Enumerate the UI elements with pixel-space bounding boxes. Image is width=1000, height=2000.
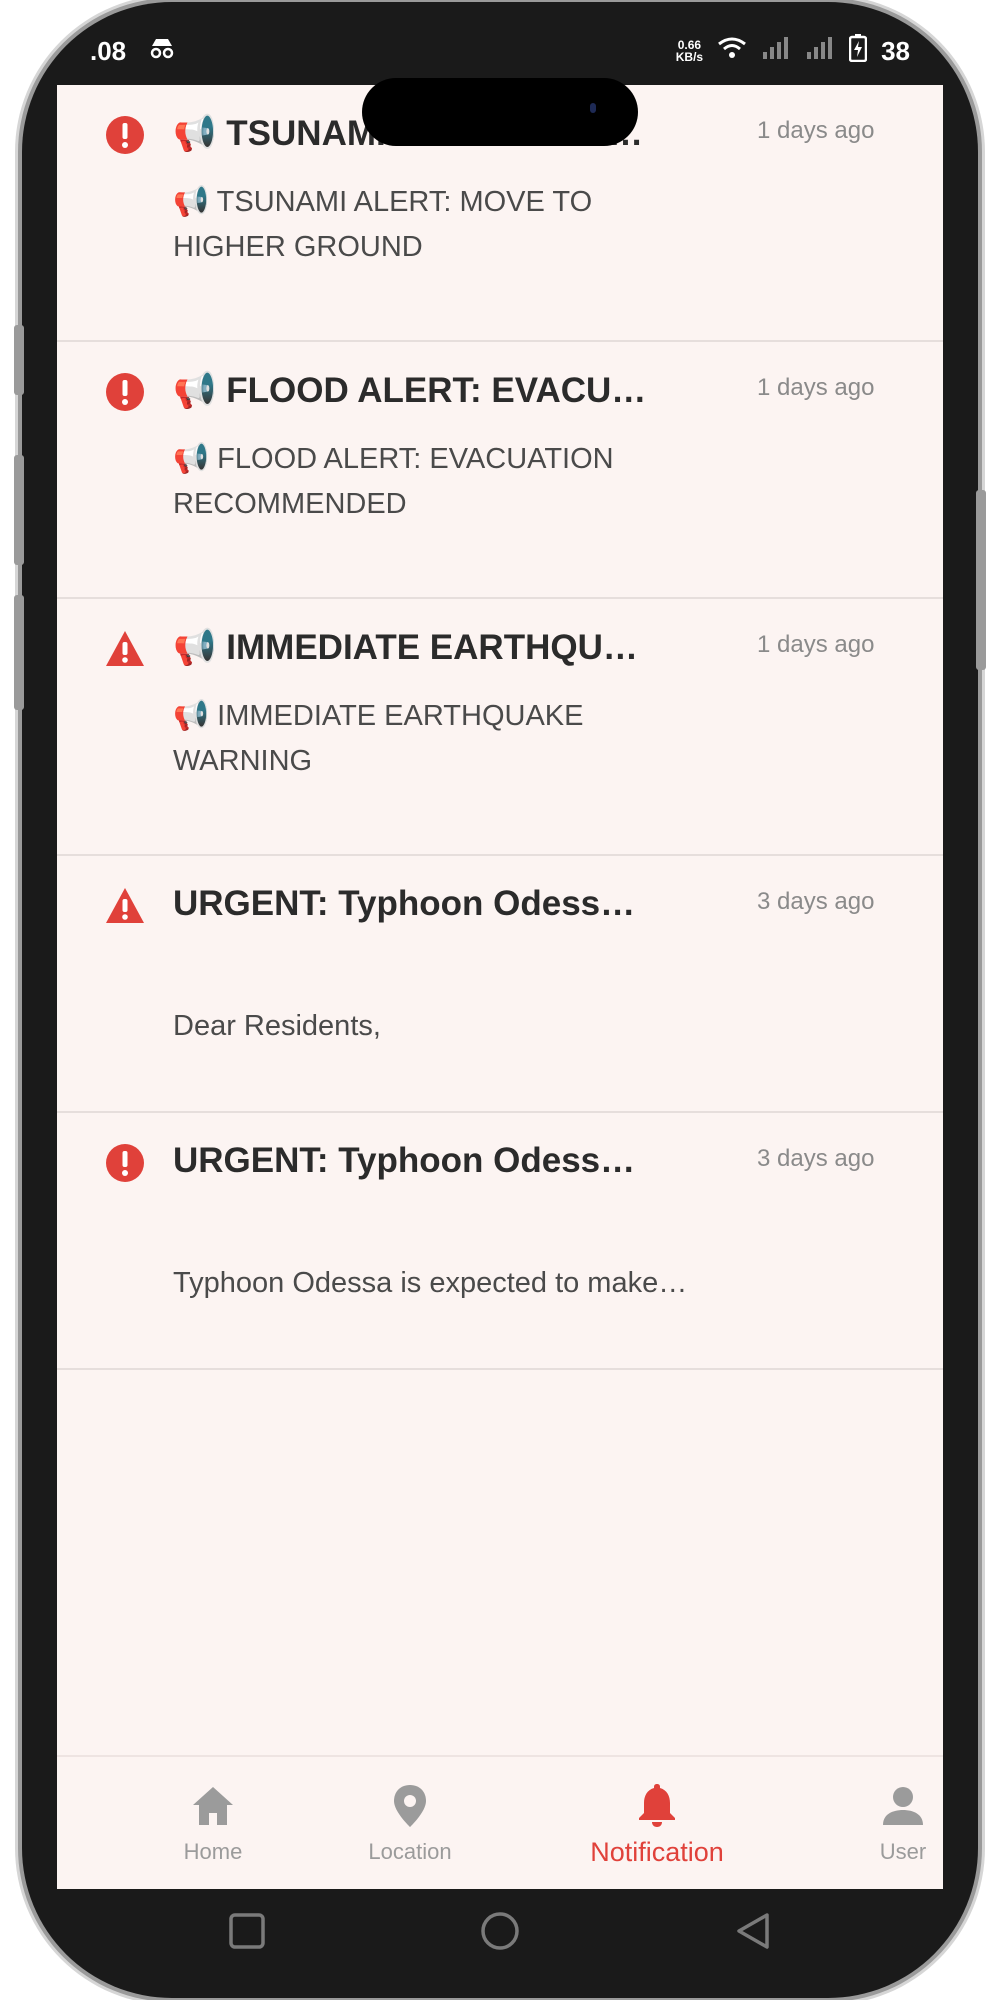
nav-user-label: User [879, 1839, 927, 1864]
alert-circle-icon [106, 1144, 144, 1182]
power-button [976, 490, 986, 670]
nav-notification-label: Notification [590, 1836, 724, 1867]
notification-body: Dear Residents, [173, 1010, 381, 1042]
incognito-icon [148, 36, 176, 67]
home-circle-icon[interactable] [480, 1911, 520, 1951]
notification-item[interactable]: 📢 IMMEDIATE EARTHQUAKE WARNING 1 days ag… [57, 599, 943, 856]
notification-item[interactable]: 📢 FLOOD ALERT: EVACUATION RECOMMENDED 1 … [57, 342, 943, 599]
wifi-icon [717, 36, 747, 67]
network-speed: 0.66 KB/s [676, 39, 703, 63]
notification-time: 1 days ago [757, 117, 875, 144]
bell-icon [639, 1783, 675, 1827]
notification-title: URGENT: Typhoon Odessa Approaching [173, 1141, 653, 1180]
notification-time: 3 days ago [757, 1145, 875, 1172]
nav-user[interactable]: User [803, 1757, 943, 1889]
camera-lens [590, 103, 596, 113]
notification-title: 📢 FLOOD ALERT: EVACUATION RECOMMENDED [173, 371, 653, 410]
side-button [14, 455, 24, 565]
notification-title: 📢 IMMEDIATE EARTHQUAKE WARNING [173, 628, 653, 667]
battery-charging-icon [848, 33, 868, 69]
nav-location-label: Location [368, 1839, 452, 1864]
camera-cutout [362, 78, 638, 146]
nav-home-label: Home [183, 1839, 243, 1864]
nav-home[interactable]: Home [113, 1757, 313, 1889]
notification-list: 📢 TSUNAMI ALERT: MOVE TO HIGHER GROUND 1… [57, 85, 943, 1370]
nav-location[interactable]: Location [310, 1757, 510, 1889]
notification-body: 📢 FLOOD ALERT: EVACUATION RECOMMENDED [173, 443, 614, 520]
warning-triangle-icon [106, 631, 144, 666]
notification-body: Typhoon Odessa is expected to make landf… [173, 1267, 693, 1299]
battery-level: 38 [881, 35, 910, 66]
app-screen: 📢 TSUNAMI ALERT: MOVE TO HIGHER GROUND 1… [57, 85, 943, 1889]
side-button [14, 325, 24, 395]
status-time: .08 [90, 35, 127, 66]
notification-time: 1 days ago [757, 631, 875, 658]
notification-body: 📢 TSUNAMI ALERT: MOVE TO HIGHER GROUND [173, 186, 593, 263]
signal-icon [761, 36, 791, 67]
notification-item[interactable]: URGENT: Typhoon Odessa Approaching 3 day… [57, 856, 943, 1113]
signal-icon [805, 36, 835, 67]
home-icon [193, 1787, 233, 1825]
network-speed-unit: KB/s [675, 50, 704, 64]
location-pin-icon [394, 1785, 426, 1827]
nav-notification[interactable]: Notification [557, 1757, 757, 1889]
notification-title: URGENT: Typhoon Odessa Approaching [173, 884, 653, 923]
bottom-navigation: Home Location Notification User [57, 1755, 943, 1889]
status-bar: .08 0.66 KB/s 38 [90, 28, 910, 74]
system-navigation-bar [57, 1889, 943, 1989]
side-button [14, 595, 24, 710]
back-triangle-icon[interactable] [733, 1911, 773, 1951]
alert-circle-icon [106, 116, 144, 154]
warning-triangle-icon [106, 888, 144, 923]
user-icon [883, 1787, 923, 1825]
notification-item[interactable]: URGENT: Typhoon Odessa Approaching 3 day… [57, 1113, 943, 1370]
notification-body: 📢 IMMEDIATE EARTHQUAKE WARNING [173, 700, 584, 777]
alert-circle-icon [106, 373, 144, 411]
recent-apps-icon[interactable] [227, 1911, 267, 1951]
notification-time: 1 days ago [757, 374, 875, 401]
notification-time: 3 days ago [757, 888, 875, 915]
